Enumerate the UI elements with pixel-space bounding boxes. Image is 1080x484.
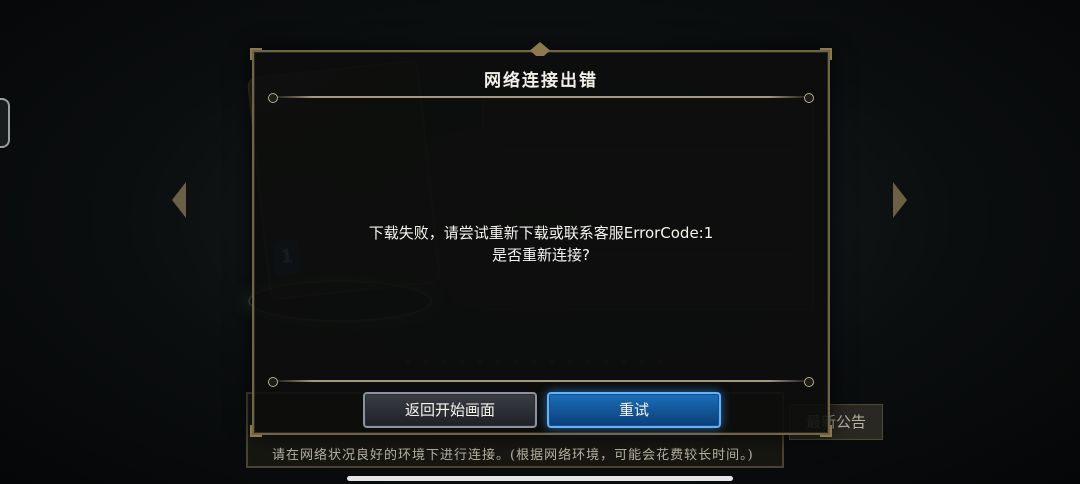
dialog-message: 下载失败，请尝试重新下载或联系客服ErrorCode:1 是否重新连接? bbox=[254, 222, 828, 266]
dialog-title: 网络连接出错 bbox=[484, 71, 598, 91]
back-to-title-button[interactable]: 返回开始画面 bbox=[363, 392, 537, 428]
side-menu-tab[interactable] bbox=[0, 98, 10, 148]
retry-button[interactable]: 重试 bbox=[547, 392, 721, 428]
error-message-text: 下载失败，请尝试重新下载或联系客服ErrorCode:1 bbox=[368, 224, 714, 242]
next-arrow-icon[interactable] bbox=[893, 182, 907, 218]
connection-hint-text: 请在网络状况良好的环境下进行连接。(根据网络环境，可能会花费较长时间。) bbox=[272, 448, 754, 463]
reconnect-question-text: 是否重新连接? bbox=[492, 246, 590, 264]
title-divider bbox=[268, 93, 814, 103]
home-indicator[interactable] bbox=[347, 476, 733, 481]
network-error-dialog: 网络连接出错 下载失败，请尝试重新下载或联系客服ErrorCode:1 是否重新… bbox=[250, 42, 832, 437]
footer-divider bbox=[268, 377, 814, 387]
prev-arrow-icon[interactable] bbox=[172, 182, 186, 218]
